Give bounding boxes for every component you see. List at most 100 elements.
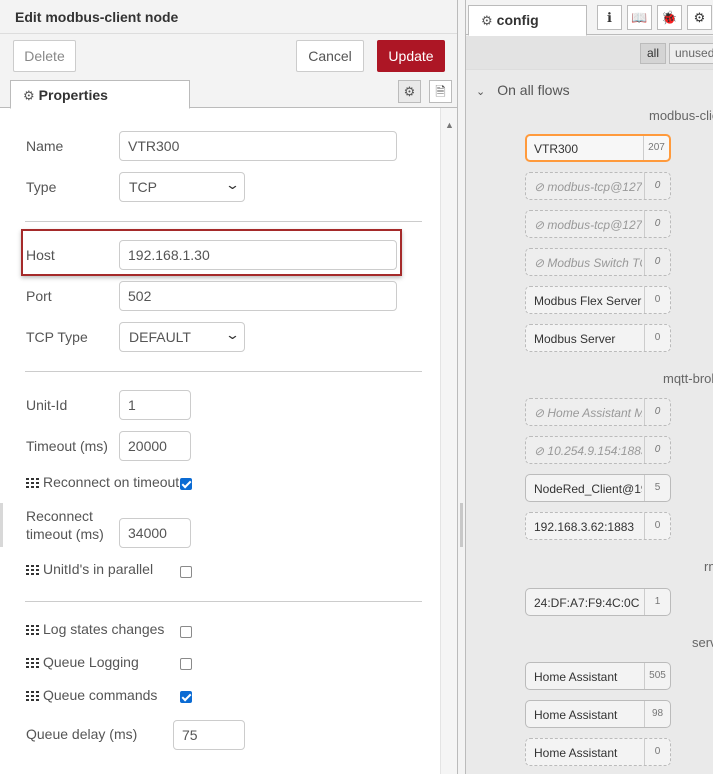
config-node-label: Home Assistant bbox=[534, 746, 618, 760]
config-node-usage-count: 0 bbox=[644, 437, 670, 463]
config-node[interactable]: ⊘ Home Assistant M0 bbox=[525, 398, 671, 426]
config-node-usage-count: 0 bbox=[644, 287, 670, 313]
config-node-usage-count: 0 bbox=[644, 173, 670, 199]
reconnect-timeout-label-line1: Reconnect bbox=[26, 508, 93, 524]
tab-properties-label: Properties bbox=[38, 87, 108, 103]
config-node-label: Modbus Flex Server bbox=[534, 294, 642, 308]
queue-commands-checkbox[interactable] bbox=[180, 691, 192, 703]
config-node-label: Home Assistant bbox=[534, 708, 618, 722]
config-node-usage-count: 0 bbox=[644, 325, 670, 351]
queue-logging-label-text: Queue Logging bbox=[43, 654, 139, 670]
reconnect-checkbox[interactable] bbox=[180, 478, 192, 490]
host-label: Host bbox=[26, 247, 55, 263]
scroll-up-arrow-icon[interactable]: ▲ bbox=[445, 120, 454, 130]
config-node-list: all unused ⌄ On all flows modbus-client VT… bbox=[466, 36, 713, 774]
properties-form: Name Type TCP ⌄ Host Port TCP Type DEFAUL… bbox=[0, 108, 440, 774]
info-icon[interactable]: ℹ bbox=[597, 5, 622, 30]
book-icon[interactable]: 📖 bbox=[627, 5, 652, 30]
settings-tab-gear-icon[interactable]: ⚙ bbox=[398, 80, 421, 103]
config-group-label: server bbox=[692, 635, 713, 650]
timeout-label: Timeout (ms) bbox=[26, 438, 108, 454]
unit-id-input[interactable] bbox=[119, 390, 191, 420]
config-node-label: ⊘ Modbus Switch TC bbox=[534, 256, 642, 270]
queue-logging-checkbox[interactable] bbox=[180, 658, 192, 670]
config-node[interactable]: ⊘ Modbus Switch TC 0 bbox=[525, 248, 671, 276]
filter-unused-button[interactable]: unused bbox=[669, 43, 713, 64]
description-tab-file-icon[interactable]: 🗎 bbox=[429, 80, 452, 103]
timeout-input[interactable] bbox=[119, 431, 191, 461]
port-label: Port bbox=[26, 288, 52, 304]
config-node[interactable]: Home Assistant 0 bbox=[525, 738, 671, 766]
config-node-usage-count: 0 bbox=[644, 249, 670, 275]
config-node-label: VTR300 bbox=[534, 142, 579, 156]
config-node-label: Modbus Server bbox=[534, 332, 616, 346]
config-group-label: rmdevice bbox=[704, 559, 713, 574]
cancel-button[interactable]: Cancel bbox=[296, 40, 364, 72]
config-node-label: 24:DF:A7:F9:4C:0C bbox=[534, 596, 640, 610]
chevron-down-icon: ⌄ bbox=[476, 86, 486, 98]
name-input[interactable] bbox=[119, 131, 397, 161]
config-node-usage-count: 207 bbox=[643, 136, 669, 160]
config-node-label: 192.168.3.62:1883 bbox=[534, 520, 635, 534]
config-node[interactable]: Modbus Flex Server 0 bbox=[525, 286, 671, 314]
reconnect-label-text: Reconnect on timeout bbox=[43, 474, 180, 490]
log-states-label-text: Log states changes bbox=[43, 621, 165, 637]
config-node[interactable]: ⊘ modbus-tcp@127. 0 bbox=[525, 172, 671, 200]
type-label: Type bbox=[26, 179, 57, 195]
queue-commands-label-text: Queue commands bbox=[43, 687, 158, 703]
config-node[interactable]: Home Assistant 505 bbox=[525, 662, 671, 690]
config-sidebar: ⚙ config ℹ 📖 🐞 ⚙ all unused ⌄ On all flows… bbox=[466, 0, 713, 774]
tab-config-label: config bbox=[496, 12, 539, 28]
bug-icon[interactable]: 🐞 bbox=[657, 5, 682, 30]
name-label: Name bbox=[26, 138, 64, 154]
port-input[interactable] bbox=[119, 281, 397, 311]
update-button[interactable]: Update bbox=[377, 40, 445, 72]
tray-toolbar: Delete Cancel Update bbox=[0, 34, 457, 75]
tab-properties[interactable]: ⚙ Properties bbox=[10, 80, 190, 109]
config-node-usage-count: 0 bbox=[644, 513, 670, 539]
gear-icon: ⚙ bbox=[23, 88, 35, 103]
chevron-down-icon: ⌄ bbox=[224, 177, 241, 192]
sidebar-splitter[interactable] bbox=[458, 0, 466, 774]
config-node[interactable]: ⊘ 10.254.9.154:1883 0 bbox=[525, 436, 671, 464]
unit-id-label: Unit-Id bbox=[26, 397, 68, 413]
reconnect-timeout-label: Reconnect timeout (ms) bbox=[26, 507, 104, 543]
config-node-usage-count: 98 bbox=[644, 701, 670, 727]
form-scrollbar[interactable]: ▲ bbox=[440, 108, 457, 774]
parallel-checkbox[interactable] bbox=[180, 566, 192, 578]
queue-delay-label: Queue delay (ms) bbox=[26, 726, 138, 742]
gear-icon: ⚙ bbox=[481, 13, 493, 28]
config-node[interactable]: Modbus Server 0 bbox=[525, 324, 671, 352]
left-resize-handle[interactable] bbox=[0, 503, 3, 547]
splitter-grip-handle[interactable] bbox=[460, 503, 463, 547]
config-node[interactable]: NodeRed_Client@19 5 bbox=[525, 474, 671, 502]
config-node-label: ⊘ modbus-tcp@127. bbox=[534, 180, 642, 194]
divider bbox=[25, 371, 422, 372]
host-input[interactable] bbox=[119, 240, 397, 270]
grid-icon bbox=[26, 478, 39, 488]
delete-button[interactable]: Delete bbox=[13, 40, 76, 72]
type-select[interactable]: TCP ⌄ bbox=[119, 172, 245, 202]
gear-icon[interactable]: ⚙ bbox=[687, 5, 712, 30]
reconnect-timeout-input[interactable] bbox=[119, 518, 191, 548]
divider bbox=[25, 221, 422, 222]
config-node-usage-count: 5 bbox=[644, 475, 670, 501]
config-node[interactable]: 192.168.3.62:1883 0 bbox=[525, 512, 671, 540]
tcp-type-select[interactable]: DEFAULT ⌄ bbox=[119, 322, 245, 352]
config-node-usage-count: 505 bbox=[644, 663, 670, 689]
tab-config[interactable]: ⚙ config bbox=[468, 5, 587, 36]
queue-delay-input[interactable] bbox=[173, 720, 245, 750]
section-header[interactable]: ⌄ On all flows bbox=[466, 74, 713, 104]
queue-logging-label: Queue Logging bbox=[26, 654, 139, 670]
parallel-label-text: UnitId's in parallel bbox=[43, 561, 154, 577]
filter-all-button[interactable]: all bbox=[640, 43, 666, 64]
config-node[interactable]: Home Assistant 98 bbox=[525, 700, 671, 728]
config-node[interactable]: ⊘ modbus-tcp@127. 0 bbox=[525, 210, 671, 238]
parallel-label: UnitId's in parallel bbox=[26, 561, 153, 577]
log-states-checkbox[interactable] bbox=[180, 626, 192, 638]
config-node[interactable]: 24:DF:A7:F9:4C:0C 1 bbox=[525, 588, 671, 616]
config-node[interactable]: VTR300 207 bbox=[525, 134, 671, 162]
config-node-usage-count: 0 bbox=[644, 211, 670, 237]
config-group-label: modbus-client bbox=[649, 108, 713, 123]
config-node-label: ⊘ 10.254.9.154:1883 bbox=[534, 444, 642, 458]
